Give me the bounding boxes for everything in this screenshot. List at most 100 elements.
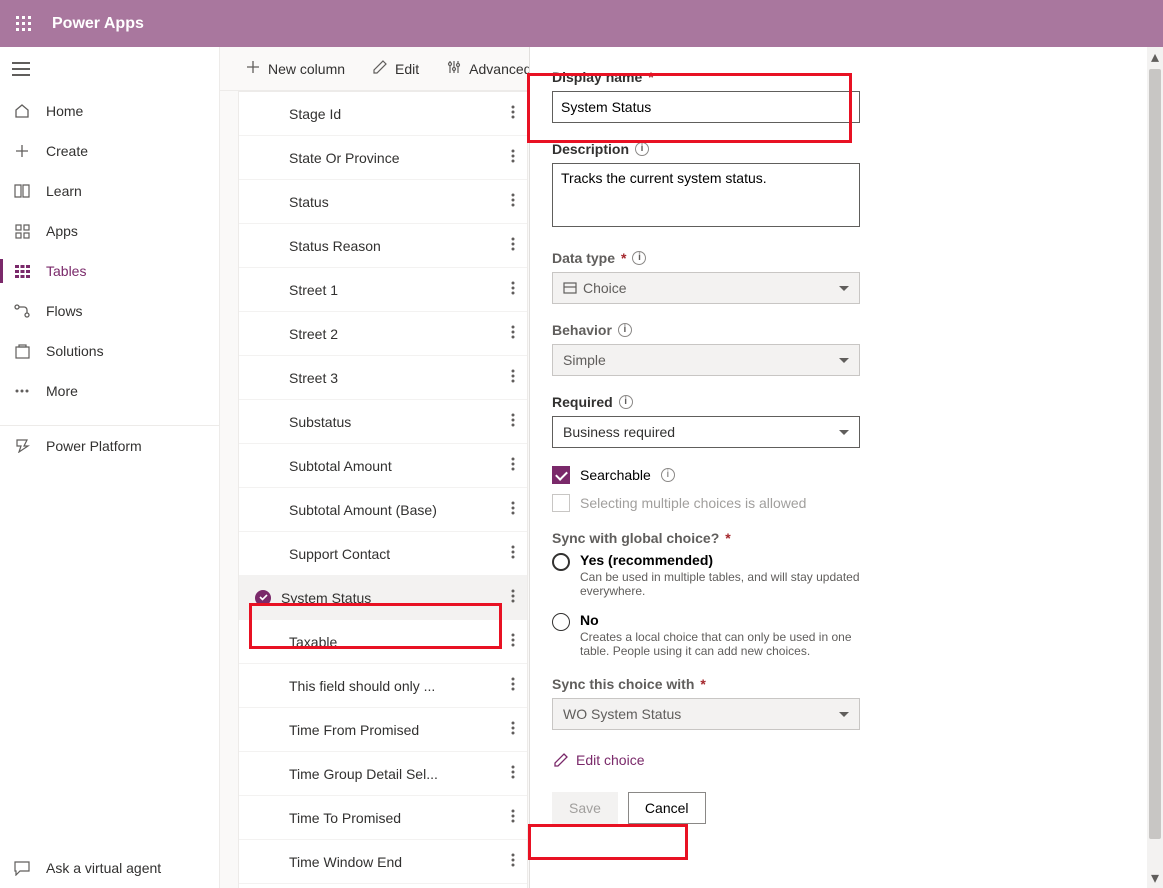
waffle-icon[interactable]	[0, 0, 48, 47]
multiple-label: Selecting multiple choices is allowed	[580, 495, 806, 511]
nav-label: Ask a virtual agent	[46, 860, 161, 876]
sync-choice-select: WO System Status	[552, 698, 860, 730]
left-nav: Home Create Learn Apps Tables Flows Solu…	[0, 47, 220, 888]
nav-label: Power Platform	[46, 438, 142, 454]
row-more-icon[interactable]	[507, 673, 519, 698]
pencil-icon	[554, 753, 568, 767]
nav-solutions[interactable]: Solutions	[0, 331, 219, 371]
radio-desc: Can be used in multiple tables, and will…	[580, 570, 880, 598]
save-button: Save	[552, 792, 618, 824]
sync-yes-option[interactable]: Yes (recommended) Can be used in multipl…	[552, 552, 1125, 598]
nav-label: Learn	[46, 183, 82, 199]
app-title: Power Apps	[52, 15, 144, 33]
row-more-icon[interactable]	[507, 497, 519, 522]
cancel-button[interactable]: Cancel	[628, 792, 706, 824]
plus-icon	[246, 60, 260, 77]
column-row[interactable]: Stage Id	[239, 92, 527, 136]
row-more-icon[interactable]	[507, 365, 519, 390]
table-icon	[12, 265, 32, 278]
info-icon[interactable]: i	[632, 251, 646, 265]
info-icon[interactable]: i	[661, 468, 675, 482]
row-more-icon[interactable]	[507, 541, 519, 566]
column-row[interactable]: Street 2	[239, 312, 527, 356]
column-row[interactable]: Status	[239, 180, 527, 224]
nav-home[interactable]: Home	[0, 91, 219, 131]
column-row[interactable]: Street 1	[239, 268, 527, 312]
column-row[interactable]: Taxable	[239, 620, 527, 664]
edit-choice-button[interactable]: Edit choice	[552, 748, 646, 772]
row-more-icon[interactable]	[507, 761, 519, 786]
choice-icon	[563, 282, 577, 294]
pencil-icon	[373, 60, 387, 77]
info-icon[interactable]: i	[619, 395, 633, 409]
display-name-label: Display name*	[552, 69, 1125, 85]
chevron-down-icon	[839, 430, 849, 435]
nav-create[interactable]: Create	[0, 131, 219, 171]
cmd-label: Advanced	[469, 61, 531, 77]
scrollbar[interactable]: ▴ ▾	[1147, 47, 1163, 888]
column-row[interactable]: Street 3	[239, 356, 527, 400]
hamburger-icon[interactable]	[0, 47, 219, 91]
description-input[interactable]	[552, 163, 860, 227]
column-row[interactable]: Substatus	[239, 400, 527, 444]
row-more-icon[interactable]	[507, 321, 519, 346]
row-more-icon[interactable]	[507, 717, 519, 742]
row-more-icon[interactable]	[507, 585, 519, 610]
row-more-icon[interactable]	[507, 277, 519, 302]
scroll-thumb[interactable]	[1149, 69, 1161, 839]
column-row[interactable]: Time Group Detail Sel...	[239, 752, 527, 796]
scroll-up-icon[interactable]: ▴	[1149, 51, 1161, 63]
nav-label: Create	[46, 143, 88, 159]
sync-choice-label: Sync this choice with*	[552, 676, 1125, 692]
nav-learn[interactable]: Learn	[0, 171, 219, 211]
column-row[interactable]: Support Contact	[239, 532, 527, 576]
new-column-button[interactable]: New column	[236, 53, 355, 85]
display-name-input[interactable]	[552, 91, 860, 123]
column-row[interactable]: Status Reason	[239, 224, 527, 268]
edit-button[interactable]: Edit	[363, 53, 429, 85]
nav-label: Apps	[46, 223, 78, 239]
searchable-checkbox[interactable]	[552, 466, 570, 484]
row-more-icon[interactable]	[507, 453, 519, 478]
nav-flows[interactable]: Flows	[0, 291, 219, 331]
row-more-icon[interactable]	[507, 409, 519, 434]
row-more-icon[interactable]	[507, 805, 519, 830]
required-select[interactable]: Business required	[552, 416, 860, 448]
column-row[interactable]: Subtotal Amount	[239, 444, 527, 488]
column-row[interactable]: This field should only ...	[239, 664, 527, 708]
column-row[interactable]: Time From Promised	[239, 708, 527, 752]
data-type-select: Choice	[552, 272, 860, 304]
row-more-icon[interactable]	[507, 189, 519, 214]
nav-apps[interactable]: Apps	[0, 211, 219, 251]
column-row[interactable]: Subtotal Amount (Base)	[239, 488, 527, 532]
column-row[interactable]: System Status	[239, 576, 527, 620]
info-icon[interactable]: i	[635, 142, 649, 156]
scroll-down-icon[interactable]: ▾	[1149, 872, 1161, 884]
nav-tables[interactable]: Tables	[0, 251, 219, 291]
row-more-icon[interactable]	[507, 629, 519, 654]
row-more-icon[interactable]	[507, 145, 519, 170]
row-more-icon[interactable]	[507, 101, 519, 126]
sync-no-option[interactable]: No Creates a local choice that can only …	[552, 612, 1125, 658]
solutions-icon	[12, 344, 32, 359]
chevron-down-icon	[839, 712, 849, 717]
nav-power-platform[interactable]: Power Platform	[0, 425, 219, 465]
column-row[interactable]: Time Window End	[239, 840, 527, 884]
behavior-label: Behavior i	[552, 322, 1125, 338]
row-more-icon[interactable]	[507, 849, 519, 874]
advanced-button[interactable]: Advanced	[437, 53, 541, 85]
row-more-icon[interactable]	[507, 233, 519, 258]
searchable-label: Searchable	[580, 467, 651, 483]
check-icon	[255, 590, 271, 606]
apps-icon	[12, 224, 32, 239]
column-row[interactable]: Time To Promised	[239, 796, 527, 840]
info-icon[interactable]: i	[618, 323, 632, 337]
nav-label: Flows	[46, 303, 83, 319]
flow-icon	[12, 304, 32, 318]
nav-ask-agent[interactable]: Ask a virtual agent	[0, 848, 219, 888]
nav-more[interactable]: More	[0, 371, 219, 411]
behavior-select: Simple	[552, 344, 860, 376]
book-icon	[12, 184, 32, 198]
column-row[interactable]: State Or Province	[239, 136, 527, 180]
column-row[interactable]: Time Window Start	[239, 884, 527, 888]
